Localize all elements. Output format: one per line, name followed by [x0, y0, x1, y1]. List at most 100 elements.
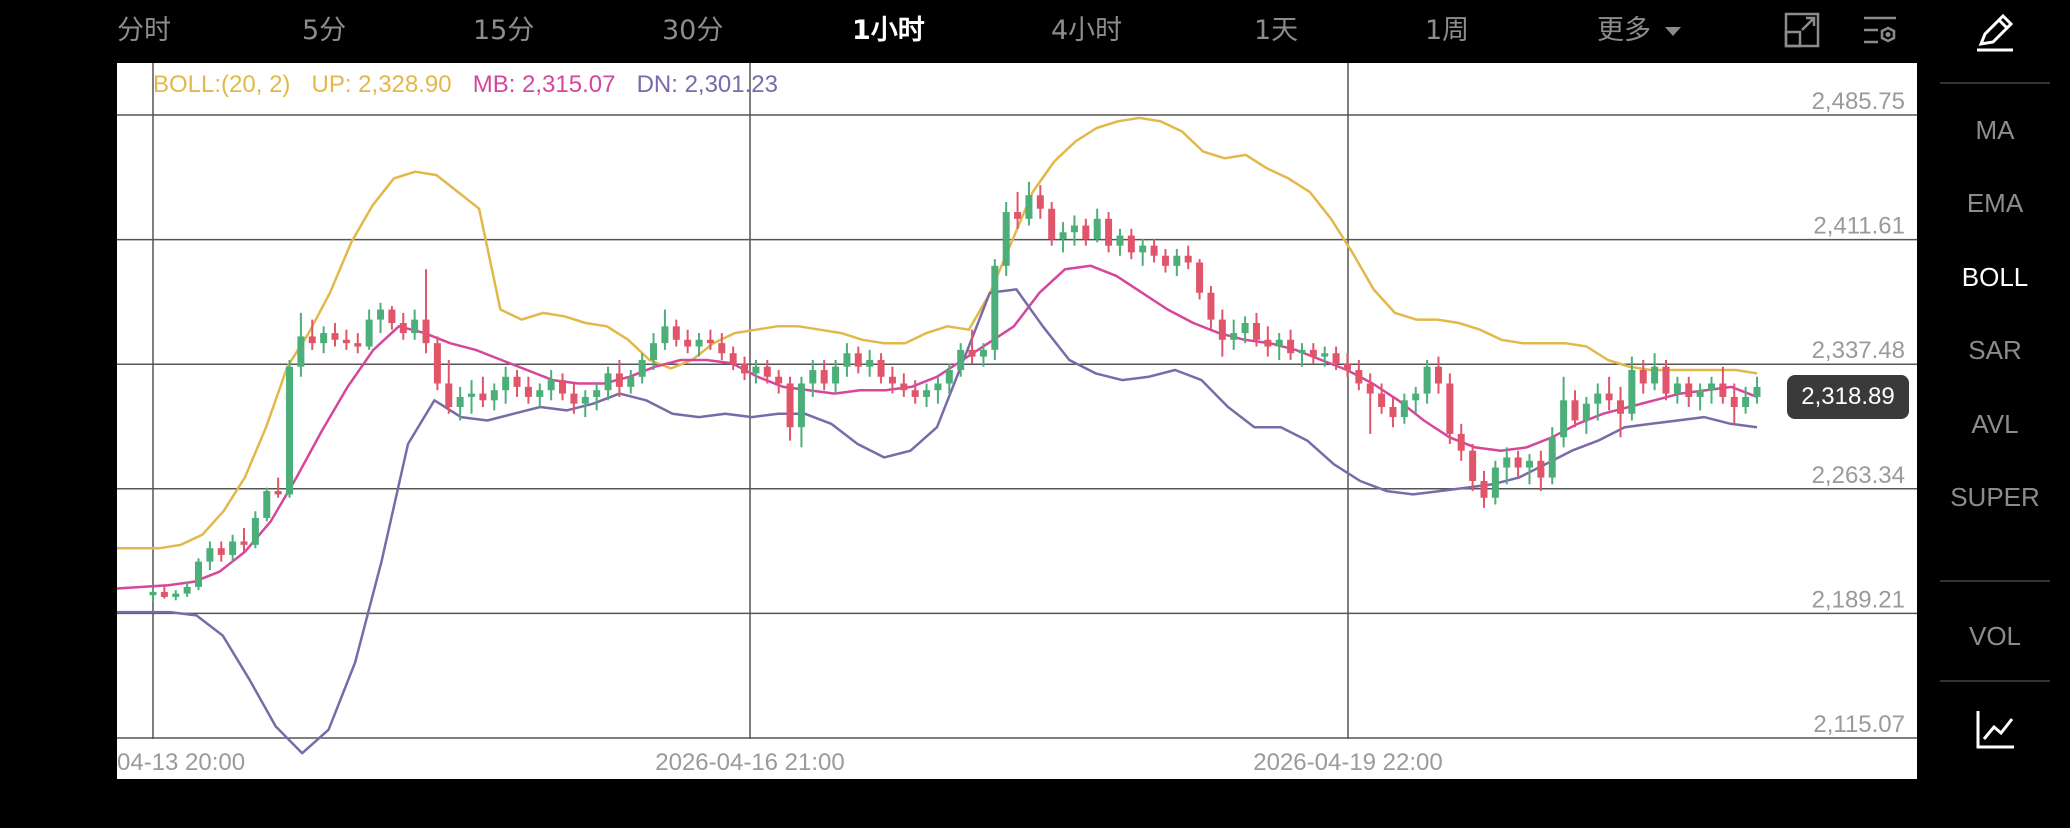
boll-up-value: UP: 2,328.90 [311, 71, 452, 98]
candle-body [1434, 366, 1442, 384]
candle-body [1378, 393, 1386, 408]
candlestick-chart[interactable]: 2,485.75 2,411.61 2,337.48 2,263.34 2,189.21… [117, 63, 1917, 779]
time-tick-label: 04-13 20:00 [117, 749, 245, 776]
sidebar-divider [1940, 82, 2050, 84]
candle-body [331, 333, 339, 340]
candle-body [388, 309, 396, 323]
candle-body [1730, 396, 1738, 408]
candle-body [1059, 232, 1067, 239]
candle-body [1525, 460, 1533, 468]
pencil-icon[interactable] [1973, 10, 2017, 54]
indicator-avl[interactable]: AVL [1940, 405, 2050, 443]
candle-body [1218, 319, 1226, 340]
current-price-tag: 2,318.89 [1787, 375, 1909, 419]
timeframe-tab-8[interactable]: 1周 [1425, 8, 1469, 47]
timeframe-tab-3[interactable]: 15分 [473, 8, 534, 47]
candle-body [706, 339, 714, 344]
boll-bands [117, 116, 1758, 755]
candle-body [229, 541, 237, 555]
timeframe-tab-5[interactable]: 1小时 [852, 8, 925, 47]
candle-body [479, 393, 487, 401]
candle-body [991, 265, 999, 350]
candle-body [979, 349, 987, 357]
boll-mb-value: MB: 2,315.07 [472, 71, 616, 98]
timeframe-more[interactable]: 更多 [1597, 8, 1682, 47]
boll-lower-line [117, 288, 1758, 755]
candle-body [1196, 262, 1204, 293]
candle-body [615, 373, 623, 387]
candle-body [1616, 400, 1624, 414]
candle-body [1025, 195, 1033, 219]
candle-body [160, 591, 168, 597]
candle-body [911, 390, 919, 397]
candle-body [1389, 407, 1397, 418]
timeframe-tab-2[interactable]: 5分 [302, 8, 346, 47]
indicator-legend: BOLL:(20, 2) UP: 2,328.90 MB: 2,315.07 D… [153, 71, 778, 99]
candle-body [1651, 366, 1659, 384]
candle-body [1480, 480, 1488, 498]
indicator-sar[interactable]: SAR [1940, 331, 2050, 369]
candle-body [729, 353, 737, 364]
timeframe-tab-6[interactable]: 4小时 [1051, 8, 1122, 47]
candle-body [581, 396, 589, 404]
candle-body [741, 363, 749, 374]
indicator-chart-icon[interactable] [1974, 707, 2018, 751]
candle-body [1469, 450, 1477, 481]
candle-body [718, 343, 726, 354]
candle-body [820, 370, 828, 384]
indicator-ema[interactable]: EMA [1940, 184, 2050, 222]
candle-body [1400, 400, 1408, 418]
candle-body [1366, 383, 1374, 394]
candle-body [968, 349, 976, 357]
boll-dn-value: DN: 2,301.23 [636, 71, 778, 98]
candle-body [320, 333, 328, 344]
candle-body [957, 349, 965, 371]
candle-body [1503, 457, 1511, 468]
timeframe-tab-7[interactable]: 1天 [1254, 8, 1298, 47]
indicator-super[interactable]: SUPER [1949, 478, 2041, 516]
candle-body [536, 390, 544, 397]
candle-body [1594, 393, 1602, 404]
candle-body [445, 383, 453, 408]
candle-body [1287, 339, 1295, 354]
candle-body [524, 386, 532, 397]
candle-body [240, 541, 248, 545]
candle-body [866, 359, 874, 367]
candle-body [206, 548, 214, 562]
candle-body [923, 390, 931, 397]
indicator-ma[interactable]: MA [1940, 111, 2050, 149]
indicator-vol[interactable]: VOL [1940, 617, 2050, 655]
candle-body [1696, 390, 1704, 397]
candle-body [1560, 400, 1568, 438]
candle-body [377, 309, 385, 320]
price-tick-label: 2,115.07 [1813, 711, 1905, 738]
candle-body [251, 517, 259, 545]
time-axis: 04-13 20:00 2026-04-16 21:00 2026-04-19 22… [117, 749, 1443, 776]
candle-body [1082, 225, 1090, 239]
candle-body [308, 336, 316, 344]
candle-body [547, 380, 555, 391]
candle-body [1184, 255, 1192, 263]
candle-body [1275, 339, 1283, 347]
candle-body [1685, 383, 1693, 397]
candle-body [1423, 366, 1431, 394]
chart-canvas: 2,485.75 2,411.61 2,337.48 2,263.34 2,189.21… [117, 63, 1917, 776]
candle-body [1628, 370, 1636, 414]
settings-icon[interactable] [1860, 10, 1900, 50]
candle-body [877, 359, 885, 377]
timeframe-tab-1[interactable]: 分时 [117, 8, 171, 47]
candle-body [661, 326, 669, 344]
candle-body [809, 370, 817, 384]
candle-body [1662, 366, 1670, 394]
candle-body [1446, 383, 1454, 434]
candle-body [854, 353, 862, 367]
timeframe-tab-4[interactable]: 30分 [662, 8, 723, 47]
candle-body [627, 376, 635, 387]
fullscreen-icon[interactable] [1782, 10, 1822, 50]
indicator-boll[interactable]: BOLL [1940, 258, 2050, 296]
candle-body [1002, 212, 1010, 266]
candle-body [684, 339, 692, 347]
timeframe-toolbar: 分时 5分 15分 30分 1小时 4小时 1天 1周 更多 [0, 0, 1930, 60]
candle-body [399, 322, 407, 334]
candle-body [490, 390, 498, 401]
